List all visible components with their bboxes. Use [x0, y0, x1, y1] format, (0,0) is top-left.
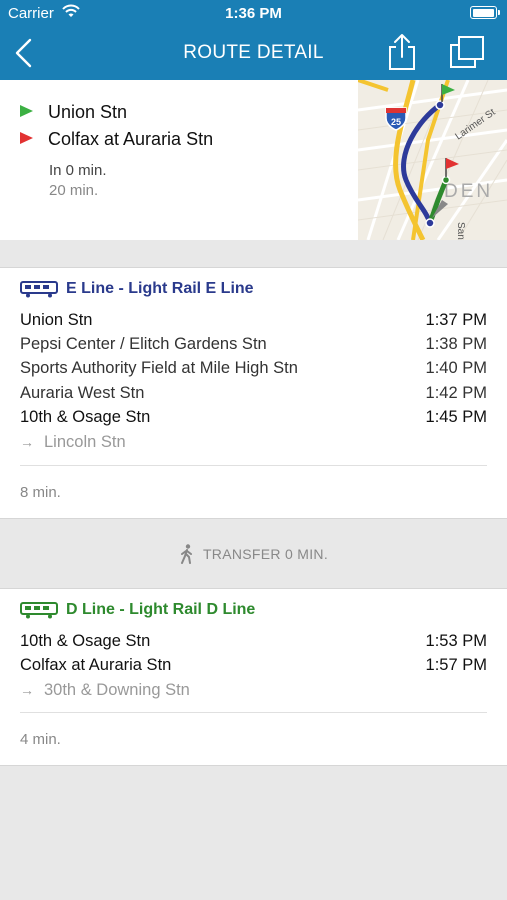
- destination-label: Colfax at Auraria Stn: [48, 129, 214, 149]
- trip-duration: 20 min.: [49, 182, 99, 199]
- battery-icon: [470, 6, 500, 19]
- stop-time: 1:40 PM: [425, 359, 487, 377]
- stop-name: 10th & Osage Stn: [20, 408, 151, 426]
- clock: 1:36 PM: [225, 5, 282, 22]
- stop-row: Auraria West Stn 1:42 PM: [20, 384, 487, 403]
- stop-row: Union Stn 1:37 PM: [20, 311, 487, 330]
- status-bar: Carrier 1:36 PM: [0, 0, 507, 28]
- leg-duration: 4 min.: [20, 731, 61, 748]
- headsign: Lincoln Stn: [44, 433, 126, 451]
- light-rail-icon: [20, 602, 58, 619]
- trip-summary: Union Stn Colfax at Auraria Stn In 0 min…: [0, 80, 507, 240]
- origin-label: Union Stn: [48, 102, 128, 122]
- leg-card-d-line: D Line - Light Rail D Line 10th & Osage …: [0, 588, 507, 766]
- stop-row: 10th & Osage Stn 1:45 PM: [20, 408, 487, 427]
- destination-row: Colfax at Auraria Stn: [20, 129, 213, 150]
- stop-time: 1:45 PM: [425, 408, 487, 426]
- stop-name: Union Stn: [20, 311, 93, 329]
- transfer-row: TRANSFER 0 MIN.: [0, 520, 507, 587]
- leg-header: D Line - Light Rail D Line: [20, 601, 255, 619]
- end-stop-marker: [441, 175, 451, 185]
- headsign-row: → 30th & Downing Stn: [20, 681, 190, 700]
- interstate-label: 25: [391, 117, 401, 127]
- transfer-label: TRANSFER 0 MIN.: [202, 545, 329, 562]
- stop-name: Auraria West Stn: [20, 384, 145, 402]
- stop-time: 1:53 PM: [425, 632, 487, 650]
- walking-icon: [180, 543, 192, 564]
- leg-card-e-line: E Line - Light Rail E Line Union Stn 1:3…: [0, 267, 507, 519]
- page-title: ROUTE DETAIL: [183, 42, 324, 63]
- stop-row: Colfax at Auraria Stn 1:57 PM: [20, 656, 487, 675]
- stop-name: 10th & Osage Stn: [20, 632, 151, 650]
- transfer-stop-marker: [425, 218, 435, 228]
- nav-bar: ROUTE DETAIL: [0, 28, 507, 80]
- headsign: 30th & Downing Stn: [44, 681, 190, 699]
- stop-time: 1:57 PM: [425, 656, 487, 674]
- start-stop-marker: [435, 100, 445, 110]
- map-street2-label: Santa: [455, 222, 466, 240]
- stop-row: Sports Authority Field at Mile High Stn …: [20, 359, 487, 378]
- arrow-right-icon: →: [20, 434, 34, 450]
- departure-time: In 0 min.: [49, 162, 107, 179]
- origin-row: Union Stn: [20, 102, 127, 123]
- share-button[interactable]: [386, 33, 418, 71]
- stop-name: Sports Authority Field at Mile High Stn: [20, 359, 298, 377]
- stop-name: Pepsi Center / Elitch Gardens Stn: [20, 335, 267, 353]
- headsign-row: → Lincoln Stn: [20, 433, 126, 452]
- route-map[interactable]: 25 Larimer St DEN Santa: [358, 80, 507, 240]
- stop-name: Colfax at Auraria Stn: [20, 656, 172, 674]
- leg-duration: 8 min.: [20, 484, 61, 501]
- stop-row: 10th & Osage Stn 1:53 PM: [20, 632, 487, 651]
- line-name: E Line - Light Rail E Line: [66, 280, 254, 297]
- map-area-label: DEN: [444, 181, 493, 202]
- line-name: D Line - Light Rail D Line: [66, 601, 256, 618]
- copy-button[interactable]: [449, 35, 485, 69]
- stop-time: 1:38 PM: [425, 335, 487, 353]
- divider: [20, 465, 487, 466]
- destination-flag-icon: [20, 132, 33, 144]
- divider: [20, 712, 487, 713]
- top-bar: Carrier 1:36 PM ROUTE DETAIL: [0, 0, 507, 80]
- origin-flag-icon: [20, 105, 33, 117]
- stop-time: 1:42 PM: [425, 384, 487, 402]
- arrow-right-icon: →: [20, 682, 34, 698]
- leg-header: E Line - Light Rail E Line: [20, 280, 254, 298]
- light-rail-icon: [20, 281, 58, 298]
- stop-time: 1:37 PM: [425, 311, 487, 329]
- stop-row: Pepsi Center / Elitch Gardens Stn 1:38 P…: [20, 335, 487, 354]
